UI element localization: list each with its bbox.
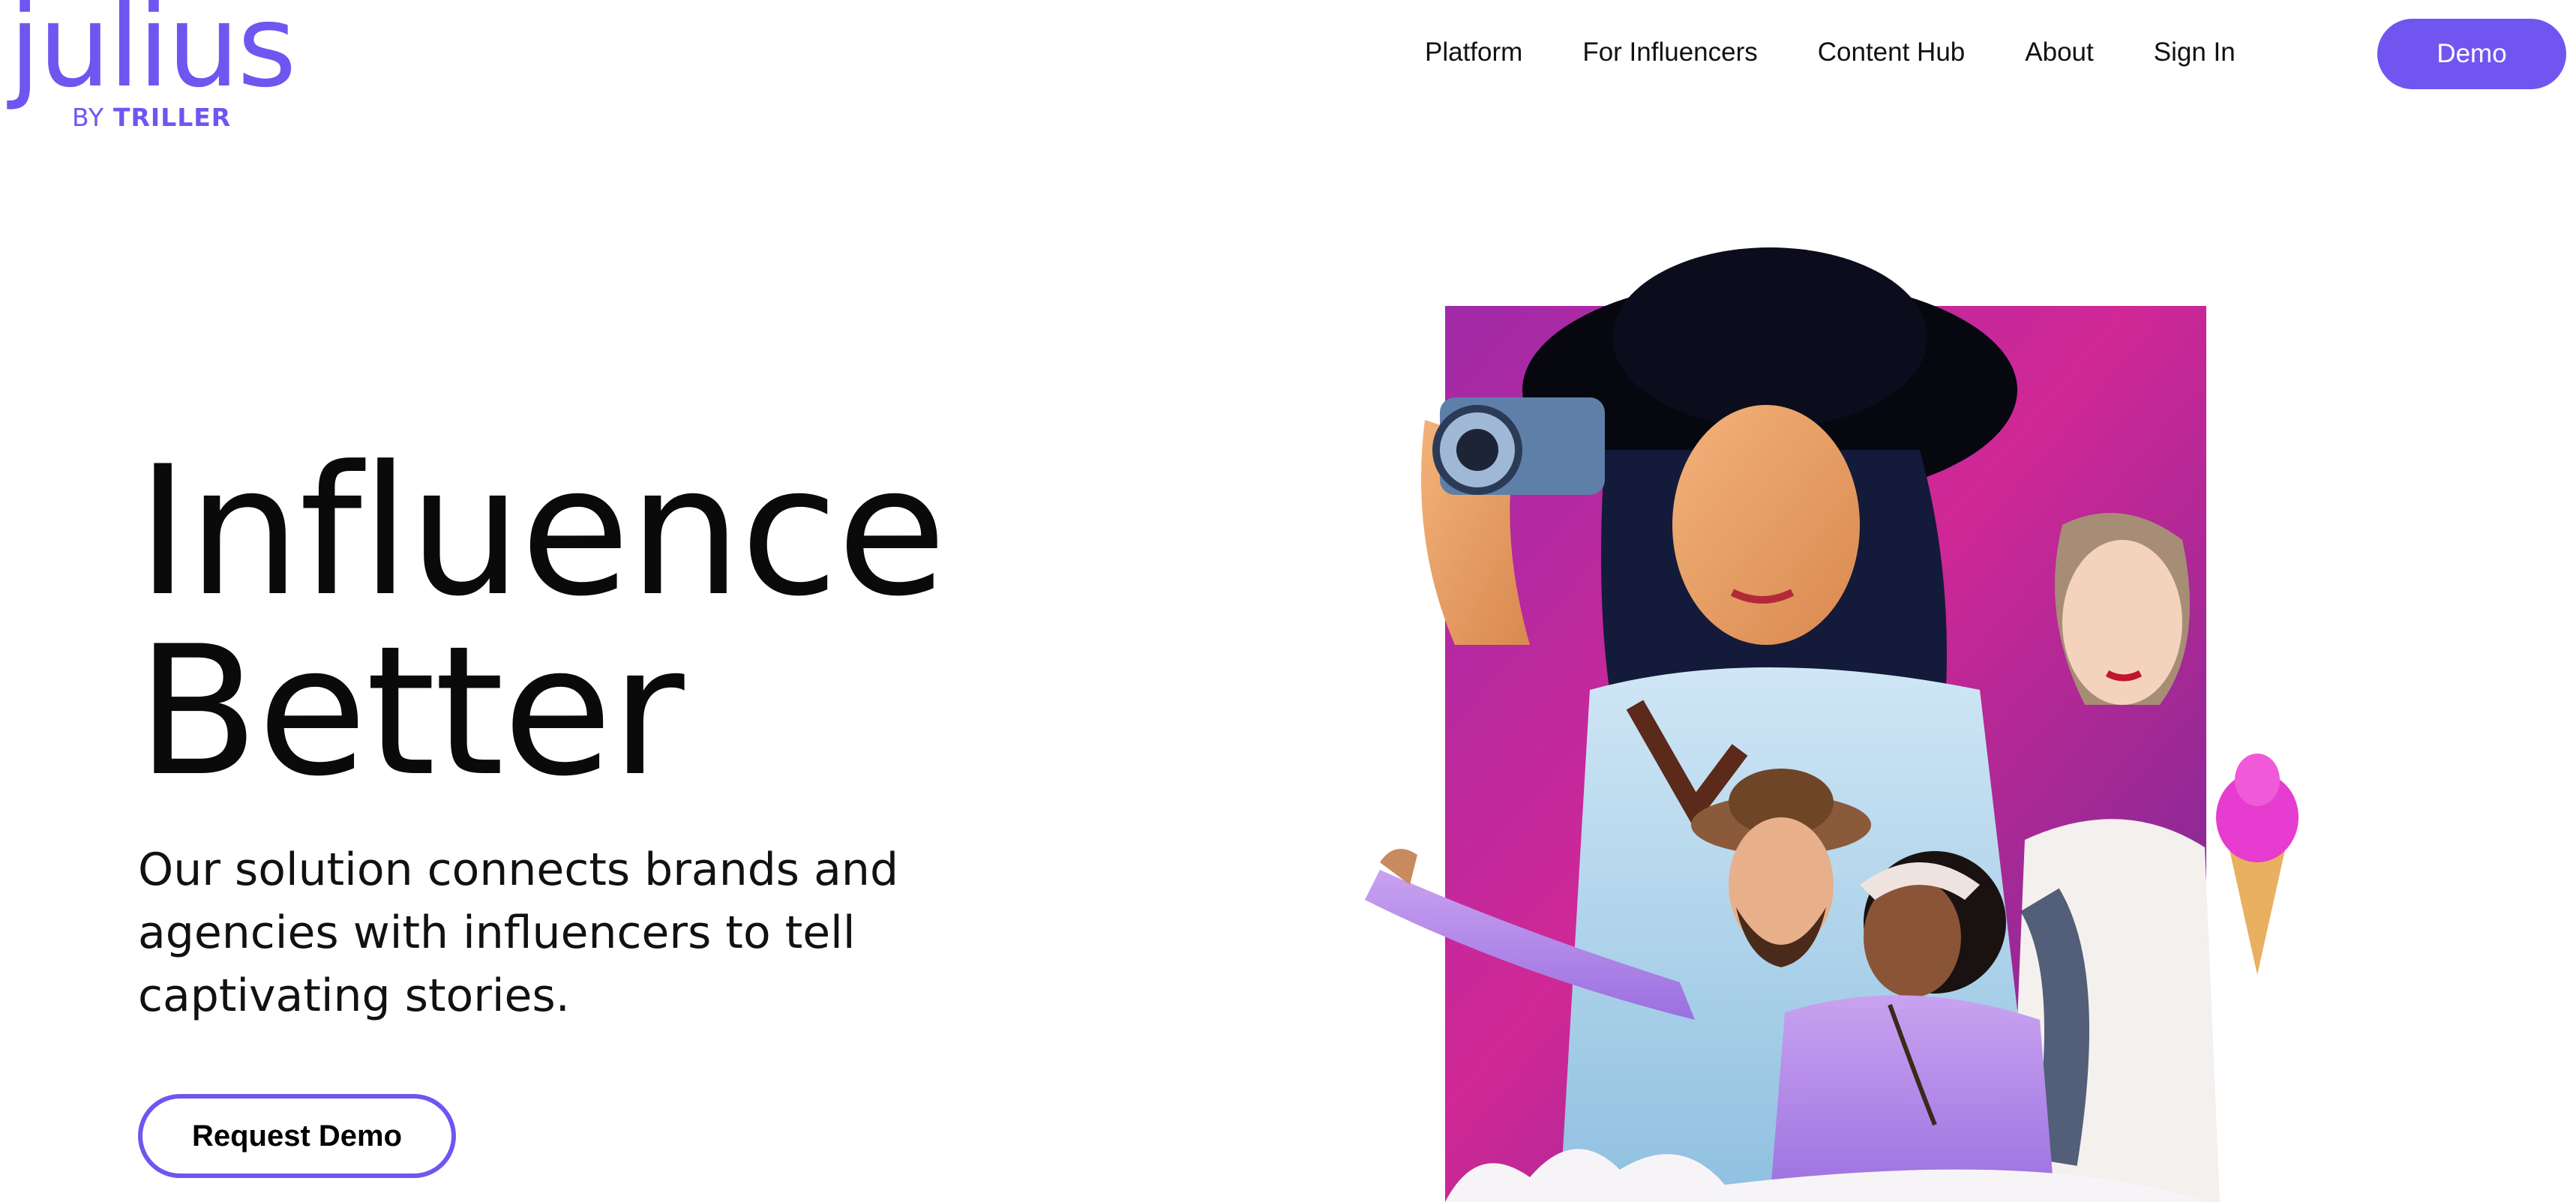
- landing-page: julius BY TRILLER Platform For Influencer…: [0, 0, 2576, 1202]
- nav-item-content-hub[interactable]: Content Hub: [1818, 37, 1966, 67]
- logo-wordmark: julius: [9, 0, 297, 112]
- collage-illustration: [1365, 247, 2299, 1202]
- request-demo-button[interactable]: Request Demo: [138, 1094, 456, 1178]
- face-shape: [1672, 405, 1860, 645]
- demo-button[interactable]: Demo: [2377, 19, 2566, 89]
- julius-logo[interactable]: julius BY TRILLER: [9, 0, 309, 142]
- nav-item-for-influencers[interactable]: For Influencers: [1582, 37, 1757, 67]
- logo-brand: TRILLER: [113, 103, 232, 132]
- hero-title-line-1: Influence: [136, 428, 946, 636]
- main-nav: Platform For Influencers Content Hub Abo…: [1425, 31, 2236, 73]
- hero-title-line-2: Better: [136, 608, 685, 816]
- hero-title: Influence Better: [136, 428, 946, 816]
- nav-item-sign-in[interactable]: Sign In: [2154, 37, 2236, 67]
- influencer-collage-image: [1365, 225, 2340, 1202]
- nav-item-about[interactable]: About: [2025, 37, 2093, 67]
- logo-byline: BY TRILLER: [72, 105, 231, 130]
- logo-by: BY: [72, 103, 104, 132]
- nav-item-platform[interactable]: Platform: [1425, 37, 1522, 67]
- hero-subtitle: Our solution connects brands and agencie…: [138, 844, 899, 1022]
